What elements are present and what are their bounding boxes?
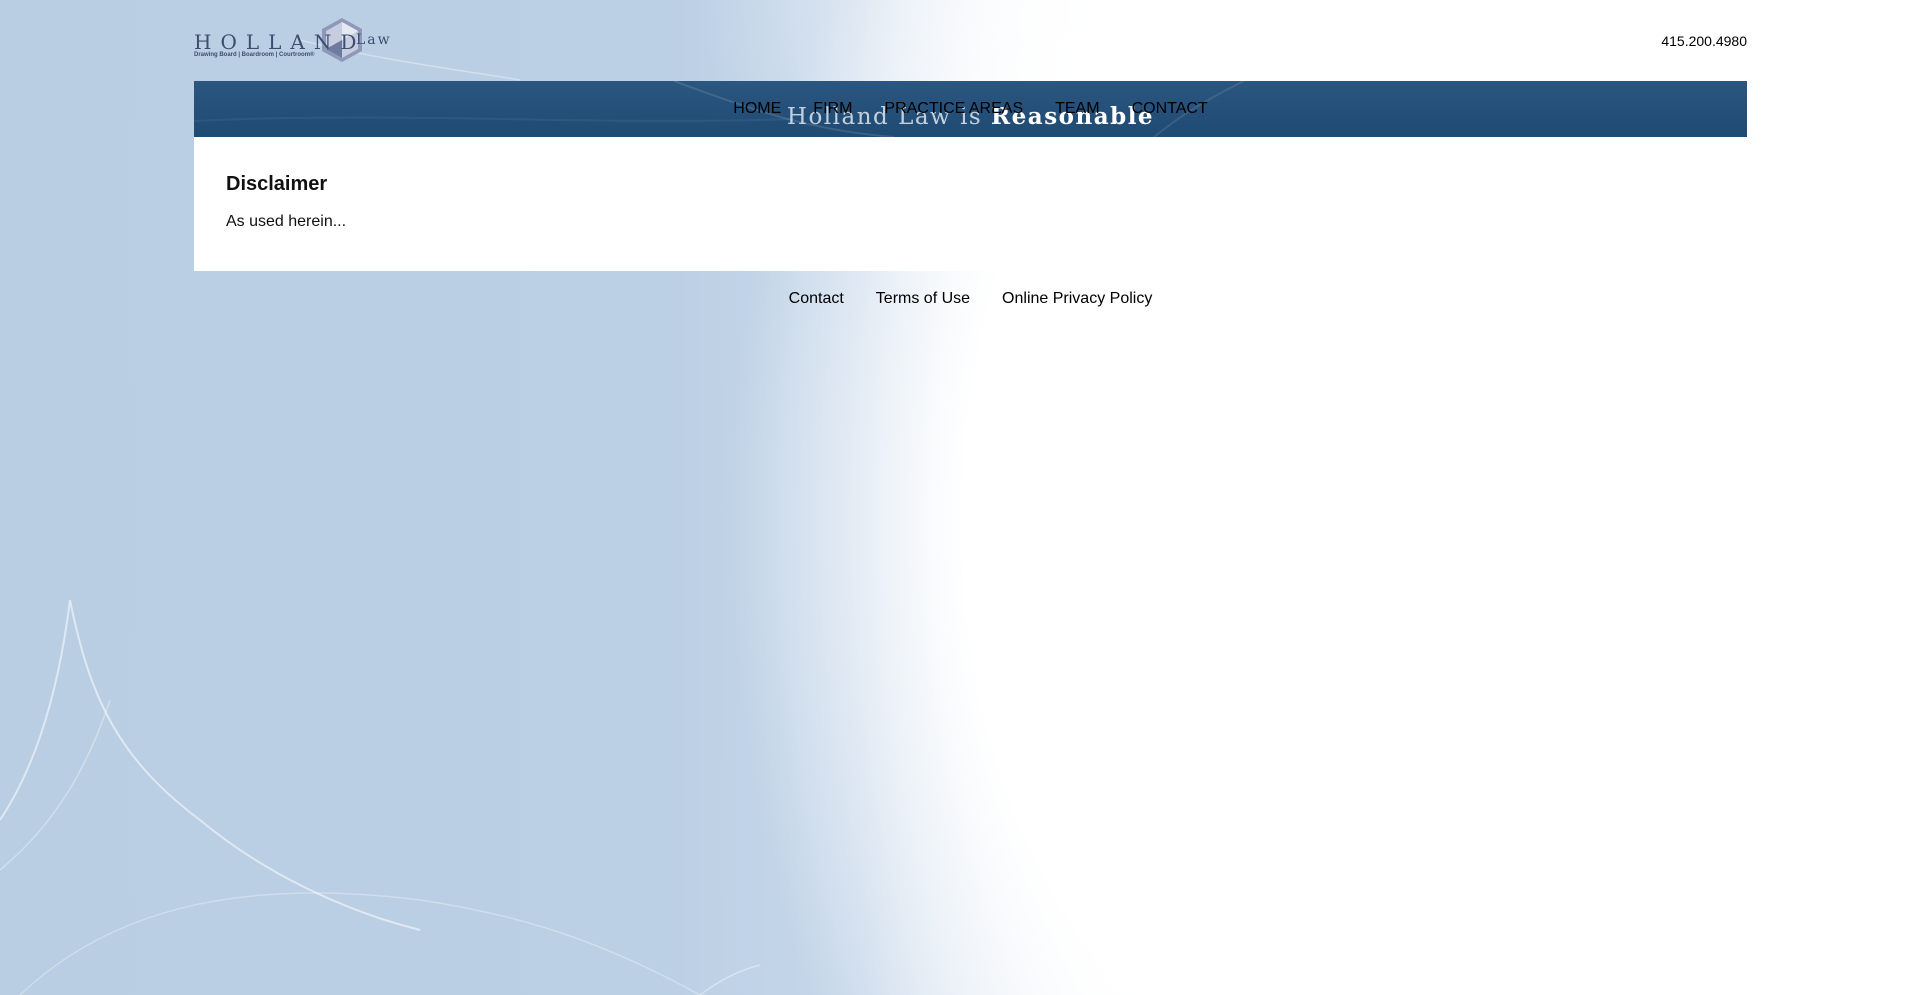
site-header: HOLLAND Law Drawing Board | Boardroom | …	[194, 0, 1747, 81]
page-container: HOLLAND Law Drawing Board | Boardroom | …	[194, 0, 1747, 308]
logo-suffix: Law	[356, 32, 392, 48]
logo-tagline: Drawing Board | Boardroom | Courtroom®	[194, 52, 315, 58]
site-footer: Contact Terms of Use Online Privacy Poli…	[194, 271, 1747, 308]
nav-item-home[interactable]: HOME	[733, 100, 781, 118]
main-nav: HOME FIRM PRACTICE AREAS TEAM CONTACT	[194, 100, 1747, 118]
holland-law-logo[interactable]: HOLLAND Law Drawing Board | Boardroom | …	[194, 14, 394, 66]
nav-item-contact[interactable]: CONTACT	[1132, 100, 1208, 118]
page-body-text: As used herein...	[226, 213, 347, 230]
nav-item-team[interactable]: TEAM	[1055, 100, 1099, 118]
footer-link-contact[interactable]: Contact	[789, 290, 844, 308]
logo-wordmark: HOLLAND	[194, 30, 366, 54]
phone-number[interactable]: 415.200.4980	[1661, 33, 1747, 49]
nav-item-firm[interactable]: FIRM	[813, 100, 852, 118]
footer-link-terms-of-use[interactable]: Terms of Use	[876, 290, 970, 308]
page-title: Disclaimer	[226, 173, 328, 195]
nav-item-practice-areas[interactable]: PRACTICE AREAS	[884, 100, 1023, 118]
main-content: Disclaimer As used herein...	[194, 137, 1747, 271]
footer-link-privacy-policy[interactable]: Online Privacy Policy	[1002, 290, 1152, 308]
navigation-banner: Holland Law is Reasonable HOME FIRM PRAC…	[194, 81, 1747, 137]
